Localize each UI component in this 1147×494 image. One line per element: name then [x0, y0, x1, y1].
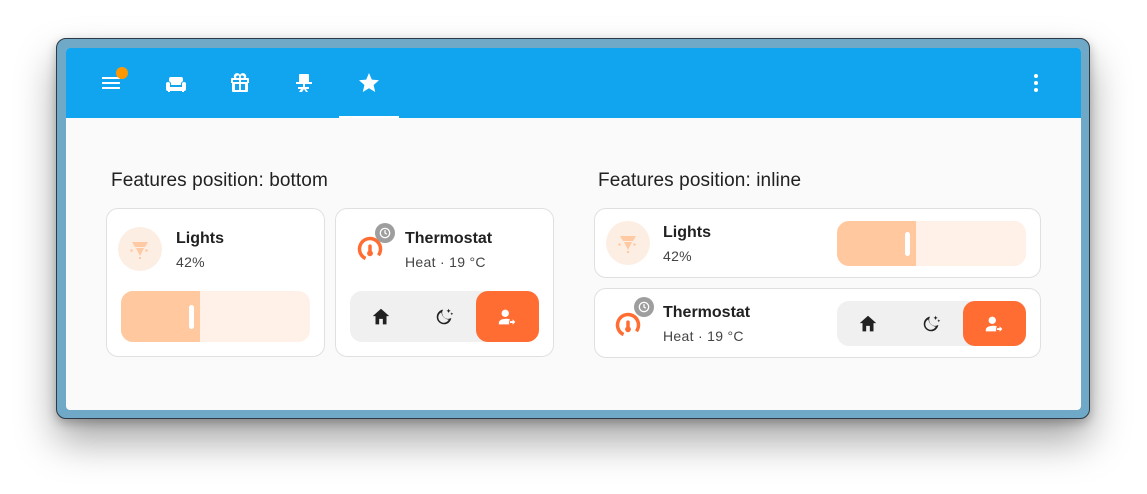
home-icon [859, 315, 877, 331]
mode-home-button[interactable] [350, 291, 412, 342]
ceiling-light-icon [130, 242, 148, 259]
lights-card-inline[interactable]: Lights 42% [594, 208, 1041, 278]
desk-chair-icon [296, 74, 312, 92]
menu-button[interactable] [81, 48, 141, 118]
light-icon-badge[interactable] [118, 227, 162, 271]
tab-office[interactable] [274, 48, 334, 118]
away-icon [498, 309, 515, 325]
brightness-slider[interactable] [837, 221, 1026, 266]
mode-away-button[interactable] [963, 301, 1026, 346]
light-icon-badge[interactable] [606, 221, 650, 265]
entity-state: Heat · 19 °C [405, 254, 486, 270]
entity-state: 42% [176, 254, 205, 270]
slider-handle[interactable] [905, 232, 910, 256]
notification-dot [116, 67, 128, 79]
selected-tab-indicator [339, 116, 399, 118]
tab-living-room[interactable] [146, 48, 206, 118]
app-window: Features position: bottom Lights 42% The… [66, 48, 1081, 410]
entity-name: Thermostat [405, 230, 493, 247]
thermostat-card-bottom[interactable]: Thermostat Heat · 19 °C [335, 208, 554, 357]
ceiling-light-icon [618, 236, 636, 253]
mode-sleep-button[interactable] [413, 291, 475, 342]
clock-icon [375, 223, 395, 243]
lights-card-bottom[interactable]: Lights 42% [106, 208, 325, 357]
away-icon [985, 316, 1002, 332]
entity-state: Heat · 19 °C [663, 328, 744, 344]
section-title-inline: Features position: inline [598, 170, 802, 191]
mode-sleep-button[interactable] [900, 301, 962, 346]
entity-name: Thermostat [663, 304, 751, 321]
entity-state: 42% [663, 248, 692, 264]
home-icon [372, 308, 390, 324]
gift-icon [231, 73, 249, 92]
sleep-icon [923, 315, 941, 331]
slider-handle[interactable] [189, 305, 194, 329]
overflow-menu-button[interactable] [1006, 48, 1066, 118]
sleep-icon [436, 308, 454, 324]
clock-icon [634, 297, 654, 317]
hvac-mode-row [837, 301, 1026, 346]
entity-name: Lights [176, 230, 224, 247]
brightness-slider[interactable] [121, 291, 310, 342]
tab-gifts[interactable] [210, 48, 270, 118]
thermostat-card-inline[interactable]: Thermostat Heat · 19 °C [594, 288, 1041, 358]
top-toolbar [66, 48, 1081, 118]
tab-favorites[interactable] [339, 48, 399, 118]
dots-vertical-icon [1034, 74, 1038, 92]
sofa-icon [166, 77, 186, 92]
hvac-mode-row [350, 291, 539, 342]
section-title-bottom: Features position: bottom [111, 170, 328, 191]
star-icon [359, 73, 379, 92]
mode-home-button[interactable] [837, 301, 899, 346]
mode-away-button[interactable] [476, 291, 539, 342]
entity-name: Lights [663, 224, 711, 241]
